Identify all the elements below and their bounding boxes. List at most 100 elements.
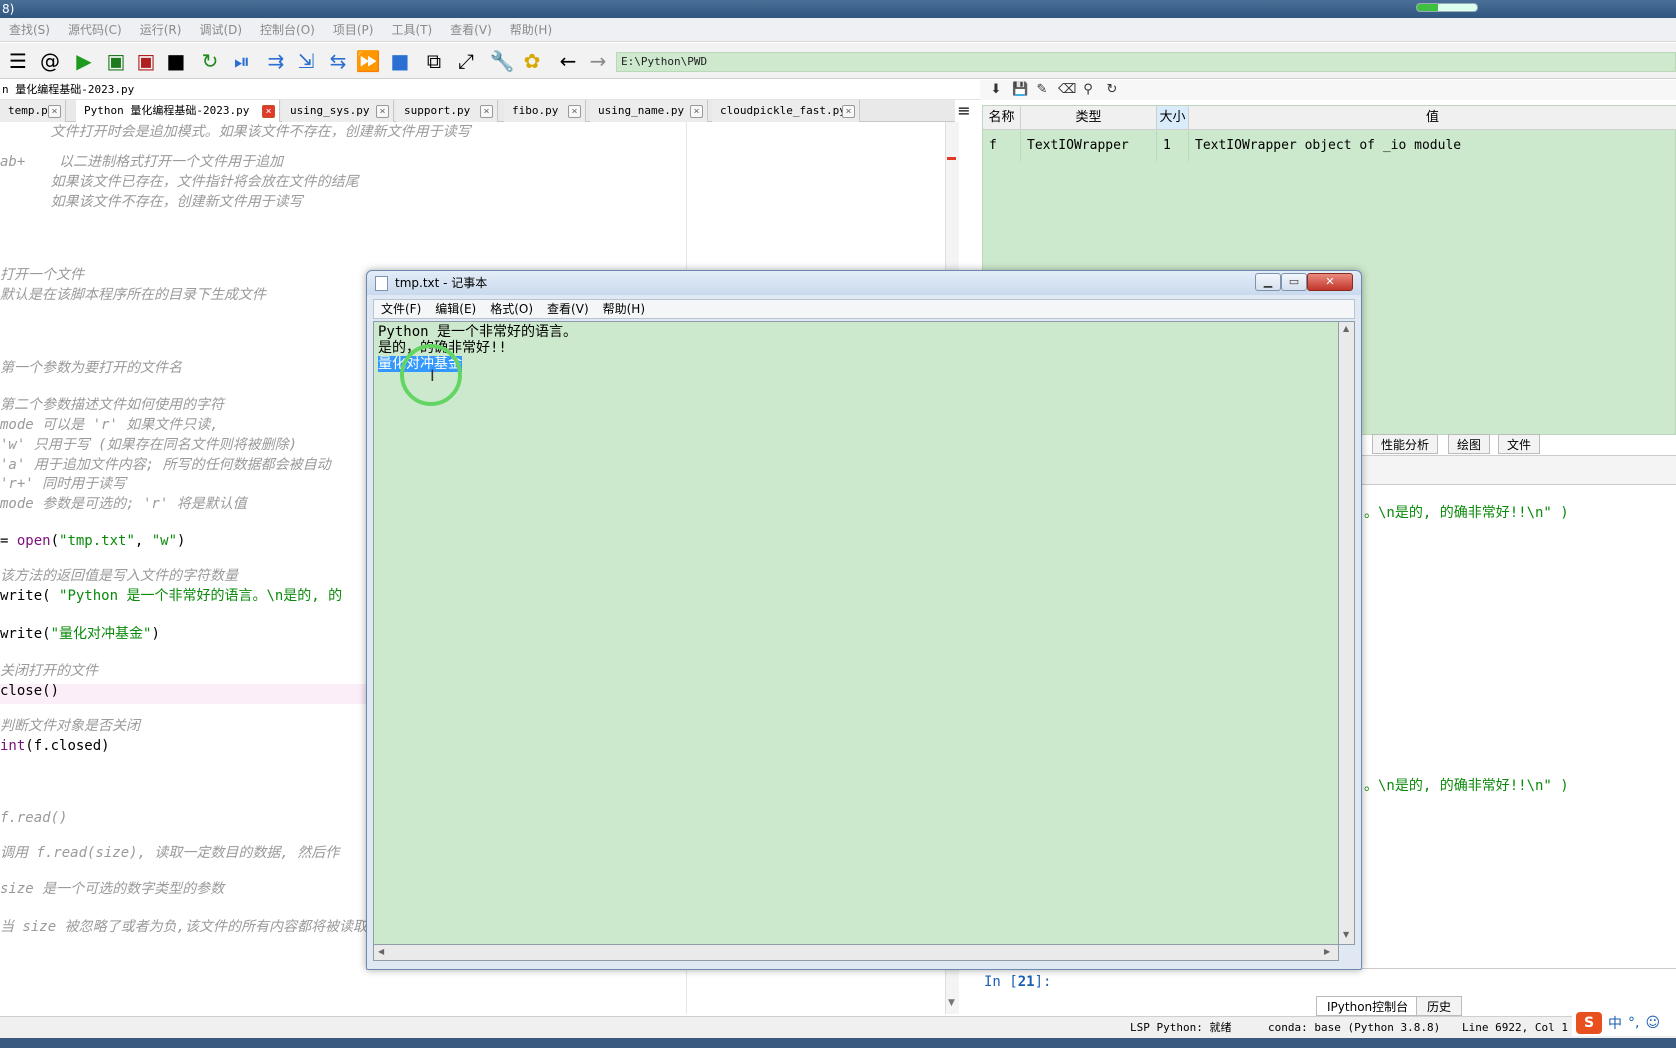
notepad-menu-help[interactable]: 帮助(H): [596, 300, 652, 318]
code-line-write1: write( "Python 是一个非常好的语言。\n是的, 的: [0, 586, 342, 606]
code-line: 该方法的返回值是写入文件的字符数量: [0, 568, 238, 584]
code-line: 'a' 用于追加文件内容; 所写的任何数据都会被自动: [0, 457, 331, 473]
run-icon[interactable]: ▶: [72, 49, 96, 73]
code-line: 'w' 只用于写 (如果存在同名文件则将被删除): [0, 437, 297, 453]
refresh-icon[interactable]: ↻: [1104, 82, 1120, 98]
tab-quant-basics[interactable]: Python 量化编程基础-2023.py ×: [76, 100, 280, 122]
menu-source[interactable]: 源代码(C): [59, 18, 131, 42]
notepad-menu-format[interactable]: 格式(O): [483, 300, 540, 318]
column-header-type[interactable]: 类型: [1021, 106, 1157, 130]
variable-name-cell[interactable]: f: [983, 131, 1021, 161]
notepad-text-area[interactable]: Python 是一个非常好的语言。 是的，的确非常好!! 量化对冲基金: [373, 321, 1339, 945]
close-icon[interactable]: ×: [568, 105, 581, 118]
close-icon[interactable]: ×: [842, 105, 855, 118]
scroll-left-icon[interactable]: ◀: [378, 947, 384, 956]
menu-tools[interactable]: 工具(T): [382, 18, 441, 42]
run-cell-icon[interactable]: ▣: [104, 49, 128, 73]
stop-icon[interactable]: ■: [388, 49, 412, 73]
search-icon[interactable]: ⚲: [1080, 82, 1096, 98]
close-icon[interactable]: ×: [480, 105, 493, 118]
close-icon[interactable]: ×: [376, 105, 389, 118]
scroll-down-icon[interactable]: ▼: [948, 998, 955, 1008]
screen: 8) 查找(S) 源代码(C) 运行(R) 调试(D) 控制台(O) 项目(P) 工具(T)…: [0, 0, 1676, 1048]
scroll-right-icon[interactable]: ▶: [1324, 947, 1330, 956]
close-icon[interactable]: ×: [262, 105, 275, 118]
tab-fibo[interactable]: fibo.py ×: [504, 100, 586, 122]
import-data-icon[interactable]: ⬇: [988, 82, 1004, 98]
tab-plots[interactable]: 绘图: [1448, 434, 1491, 454]
ime-emoji-icon[interactable]: ☺: [1645, 1015, 1660, 1031]
step-icon[interactable]: ⇉: [264, 49, 288, 73]
menu-run[interactable]: 运行(R): [131, 18, 191, 42]
column-header-name[interactable]: 名称: [983, 106, 1021, 130]
notepad-menu-file[interactable]: 文件(F): [374, 300, 428, 318]
back-icon[interactable]: ←: [556, 49, 580, 73]
text-cursor-icon: I: [430, 366, 435, 385]
run-selection-icon[interactable]: ■: [164, 49, 188, 73]
step-return-icon[interactable]: ⇆: [326, 49, 350, 73]
code-line-write2: write("量化对冲基金"): [0, 624, 160, 644]
menu-view[interactable]: 查看(V): [441, 18, 501, 42]
tab-history[interactable]: 历史: [1416, 996, 1463, 1016]
continue-icon[interactable]: ⏩: [356, 49, 381, 73]
menu-project[interactable]: 项目(P): [324, 18, 383, 42]
menu-help[interactable]: 帮助(H): [501, 18, 561, 42]
code-token: =: [0, 533, 17, 549]
debug-icon[interactable]: ⏯: [230, 49, 254, 73]
code-line: 打开一个文件: [0, 267, 84, 283]
task-progress-bar: [1416, 3, 1478, 12]
notepad-menu-view[interactable]: 查看(V): [540, 300, 596, 318]
column-header-value[interactable]: 值: [1189, 106, 1676, 130]
tab-files[interactable]: 文件: [1498, 434, 1541, 454]
variable-type-cell[interactable]: TextIOWrapper: [1021, 131, 1157, 161]
notepad-vertical-scrollbar[interactable]: ▲ ▼: [1339, 321, 1355, 945]
column-header-size[interactable]: 大小: [1157, 106, 1189, 130]
notepad-horizontal-scrollbar[interactable]: ◀ ▶: [373, 945, 1339, 961]
run-cell-advance-icon[interactable]: ▣: [134, 49, 158, 73]
tab-temp[interactable]: temp.py ×: [0, 100, 66, 122]
save-as-icon[interactable]: ✎: [1034, 82, 1050, 98]
code-line: 判断文件对象是否关闭: [0, 718, 140, 734]
close-button[interactable]: ✕: [1307, 273, 1353, 291]
ime-toolbar[interactable]: S 中 °, ☺: [1572, 1010, 1676, 1036]
ime-language[interactable]: 中: [1608, 1013, 1622, 1033]
step-into-icon[interactable]: ⇲: [294, 49, 318, 73]
console-prompt[interactable]: In [21]:: [984, 972, 1051, 992]
tab-menu-icon[interactable]: ≡: [955, 102, 973, 120]
python-path-icon[interactable]: ✿: [520, 49, 544, 73]
tab-ipython-console[interactable]: IPython控制台: [1316, 996, 1420, 1016]
save-data-icon[interactable]: 💾: [1012, 82, 1028, 98]
tab-label: cloudpickle_fast.py: [720, 104, 846, 117]
rerun-icon[interactable]: ↻: [198, 49, 222, 73]
notepad-titlebar[interactable]: tmp.txt - 记事本 ▁ ▭ ✕: [367, 271, 1361, 295]
outline-icon[interactable]: ☰: [6, 49, 30, 73]
fullscreen-icon[interactable]: ⤢: [454, 49, 478, 73]
forward-icon[interactable]: →: [586, 49, 610, 73]
menu-search[interactable]: 查找(S): [0, 18, 59, 42]
preferences-icon[interactable]: 🔧: [490, 49, 515, 73]
scroll-down-icon[interactable]: ▼: [1343, 930, 1349, 939]
tab-using-name[interactable]: using_name.py ×: [590, 100, 708, 122]
maximize-pane-icon[interactable]: ⧉: [422, 49, 446, 73]
maximize-button[interactable]: ▭: [1281, 273, 1307, 291]
close-icon[interactable]: ×: [48, 105, 61, 118]
tab-cloudpickle-fast[interactable]: cloudpickle_fast.py ×: [712, 100, 860, 122]
tab-profiler[interactable]: 性能分析: [1372, 434, 1439, 454]
close-icon[interactable]: ×: [690, 105, 703, 118]
notepad-menu-edit[interactable]: 编辑(E): [428, 300, 483, 318]
tab-using-sys[interactable]: using_sys.py ×: [282, 100, 394, 122]
tab-label: fibo.py: [512, 104, 559, 117]
variable-size-cell[interactable]: 1: [1157, 131, 1189, 161]
menu-console[interactable]: 控制台(O): [251, 18, 324, 42]
code-line: 文件打开时会是追加模式。如果该文件不存在，创建新文件用于读写: [0, 124, 471, 140]
code-line: mode 参数是可选的; 'r' 将是默认值: [0, 496, 247, 512]
working-directory-field[interactable]: E:\Python\PWD: [616, 52, 1676, 72]
ime-punctuation[interactable]: °,: [1628, 1015, 1639, 1031]
scroll-up-icon[interactable]: ▲: [1343, 324, 1349, 333]
tab-support[interactable]: support.py ×: [396, 100, 498, 122]
at-icon[interactable]: @: [38, 49, 62, 73]
variable-value-cell[interactable]: TextIOWrapper object of _io module: [1189, 131, 1676, 161]
erase-icon[interactable]: ⌫: [1058, 82, 1076, 98]
menu-debug[interactable]: 调试(D): [190, 18, 251, 42]
minimize-button[interactable]: ▁: [1255, 273, 1281, 291]
